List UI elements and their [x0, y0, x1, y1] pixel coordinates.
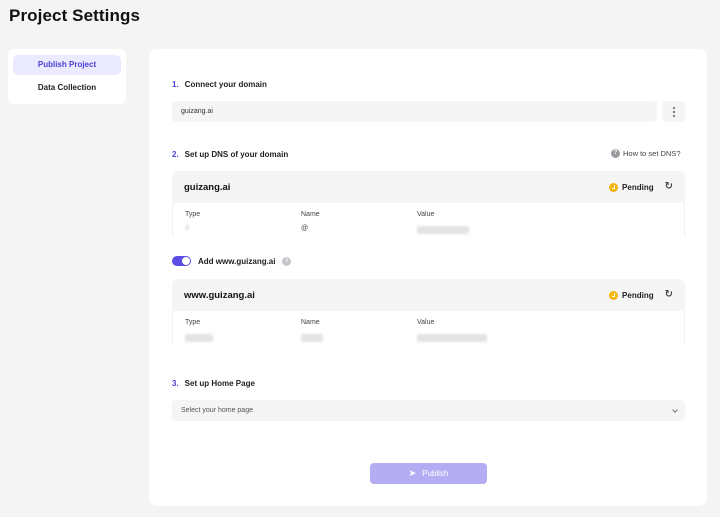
status-label: Pending	[622, 290, 654, 300]
record-type-redacted	[185, 334, 213, 342]
clock-icon	[609, 290, 619, 300]
clock-icon	[609, 182, 619, 192]
record-name-value: @	[301, 225, 309, 232]
refresh-icon[interactable]: ↻	[665, 290, 673, 300]
more-options-button[interactable]	[662, 101, 685, 122]
step-label: Set up Home Page	[184, 379, 255, 388]
record-value-redacted	[417, 334, 487, 342]
how-to-set-dns-link[interactable]: ? How to set DNS?	[611, 149, 681, 158]
column-type-header: Type	[185, 319, 201, 326]
sidebar: Publish Project Data Collection	[8, 49, 126, 104]
record-name-redacted	[301, 334, 323, 342]
step-setup-dns: 2. Set up DNS of your domain	[172, 150, 288, 159]
info-icon[interactable]: i	[282, 256, 292, 266]
dns-domain: guizang.ai	[184, 181, 231, 193]
home-page-placeholder: Select your home page	[181, 407, 253, 414]
dns-domain: www.guizang.ai	[184, 289, 255, 301]
step-label: Connect your domain	[184, 80, 267, 89]
settings-panel: 1. Connect your domain guizang.ai 2. Set u…	[149, 49, 707, 506]
paper-plane-icon: ➤	[408, 468, 417, 478]
question-icon: ?	[611, 149, 620, 158]
publish-label: Publish	[422, 469, 449, 478]
column-name-header: Name	[301, 319, 320, 326]
step-number: 3.	[172, 379, 179, 388]
dns-record-card: www.guizang.ai Pending ↻ Type Name Value	[172, 279, 685, 349]
more-vertical-icon	[672, 106, 675, 118]
publish-button[interactable]: ➤ Publish	[370, 463, 487, 484]
dns-record-card: guizang.ai Pending ↻ Type Name Value A @	[172, 171, 685, 241]
status-badge: Pending ↻	[609, 290, 673, 300]
page-title: Project Settings	[9, 6, 141, 25]
domain-input[interactable]: guizang.ai	[172, 101, 657, 122]
refresh-icon[interactable]: ↻	[665, 182, 673, 192]
step-setup-home-page: 3. Set up Home Page	[172, 379, 255, 388]
step-connect-domain: 1. Connect your domain	[172, 80, 267, 89]
record-type-value: A	[185, 225, 190, 232]
status-label: Pending	[622, 182, 654, 192]
dns-record-header: guizang.ai Pending ↻	[172, 171, 685, 203]
record-value-redacted	[417, 226, 469, 234]
step-number: 1.	[172, 80, 179, 89]
step-number: 2.	[172, 150, 179, 159]
sidebar-item-publish-project[interactable]: Publish Project	[13, 55, 121, 75]
status-badge: Pending ↻	[609, 182, 673, 192]
column-value-header: Value	[417, 211, 435, 218]
dns-record-body: Type Name Value A @	[172, 203, 685, 241]
how-to-label: How to set DNS?	[623, 149, 681, 158]
step-label: Set up DNS of your domain	[184, 150, 289, 159]
www-toggle-row: Add www.guizang.ai i	[172, 256, 292, 266]
column-type-header: Type	[185, 211, 201, 218]
dns-record-body: Type Name Value	[172, 311, 685, 349]
home-page-select[interactable]: Select your home page	[172, 400, 685, 421]
www-toggle[interactable]	[172, 256, 191, 266]
sidebar-item-data-collection[interactable]: Data Collection	[13, 78, 121, 98]
column-value-header: Value	[417, 319, 435, 326]
www-toggle-label: Add www.guizang.ai	[198, 256, 276, 266]
chevron-down-icon	[672, 407, 678, 413]
column-name-header: Name	[301, 211, 320, 218]
dns-record-header: www.guizang.ai Pending ↻	[172, 279, 685, 311]
